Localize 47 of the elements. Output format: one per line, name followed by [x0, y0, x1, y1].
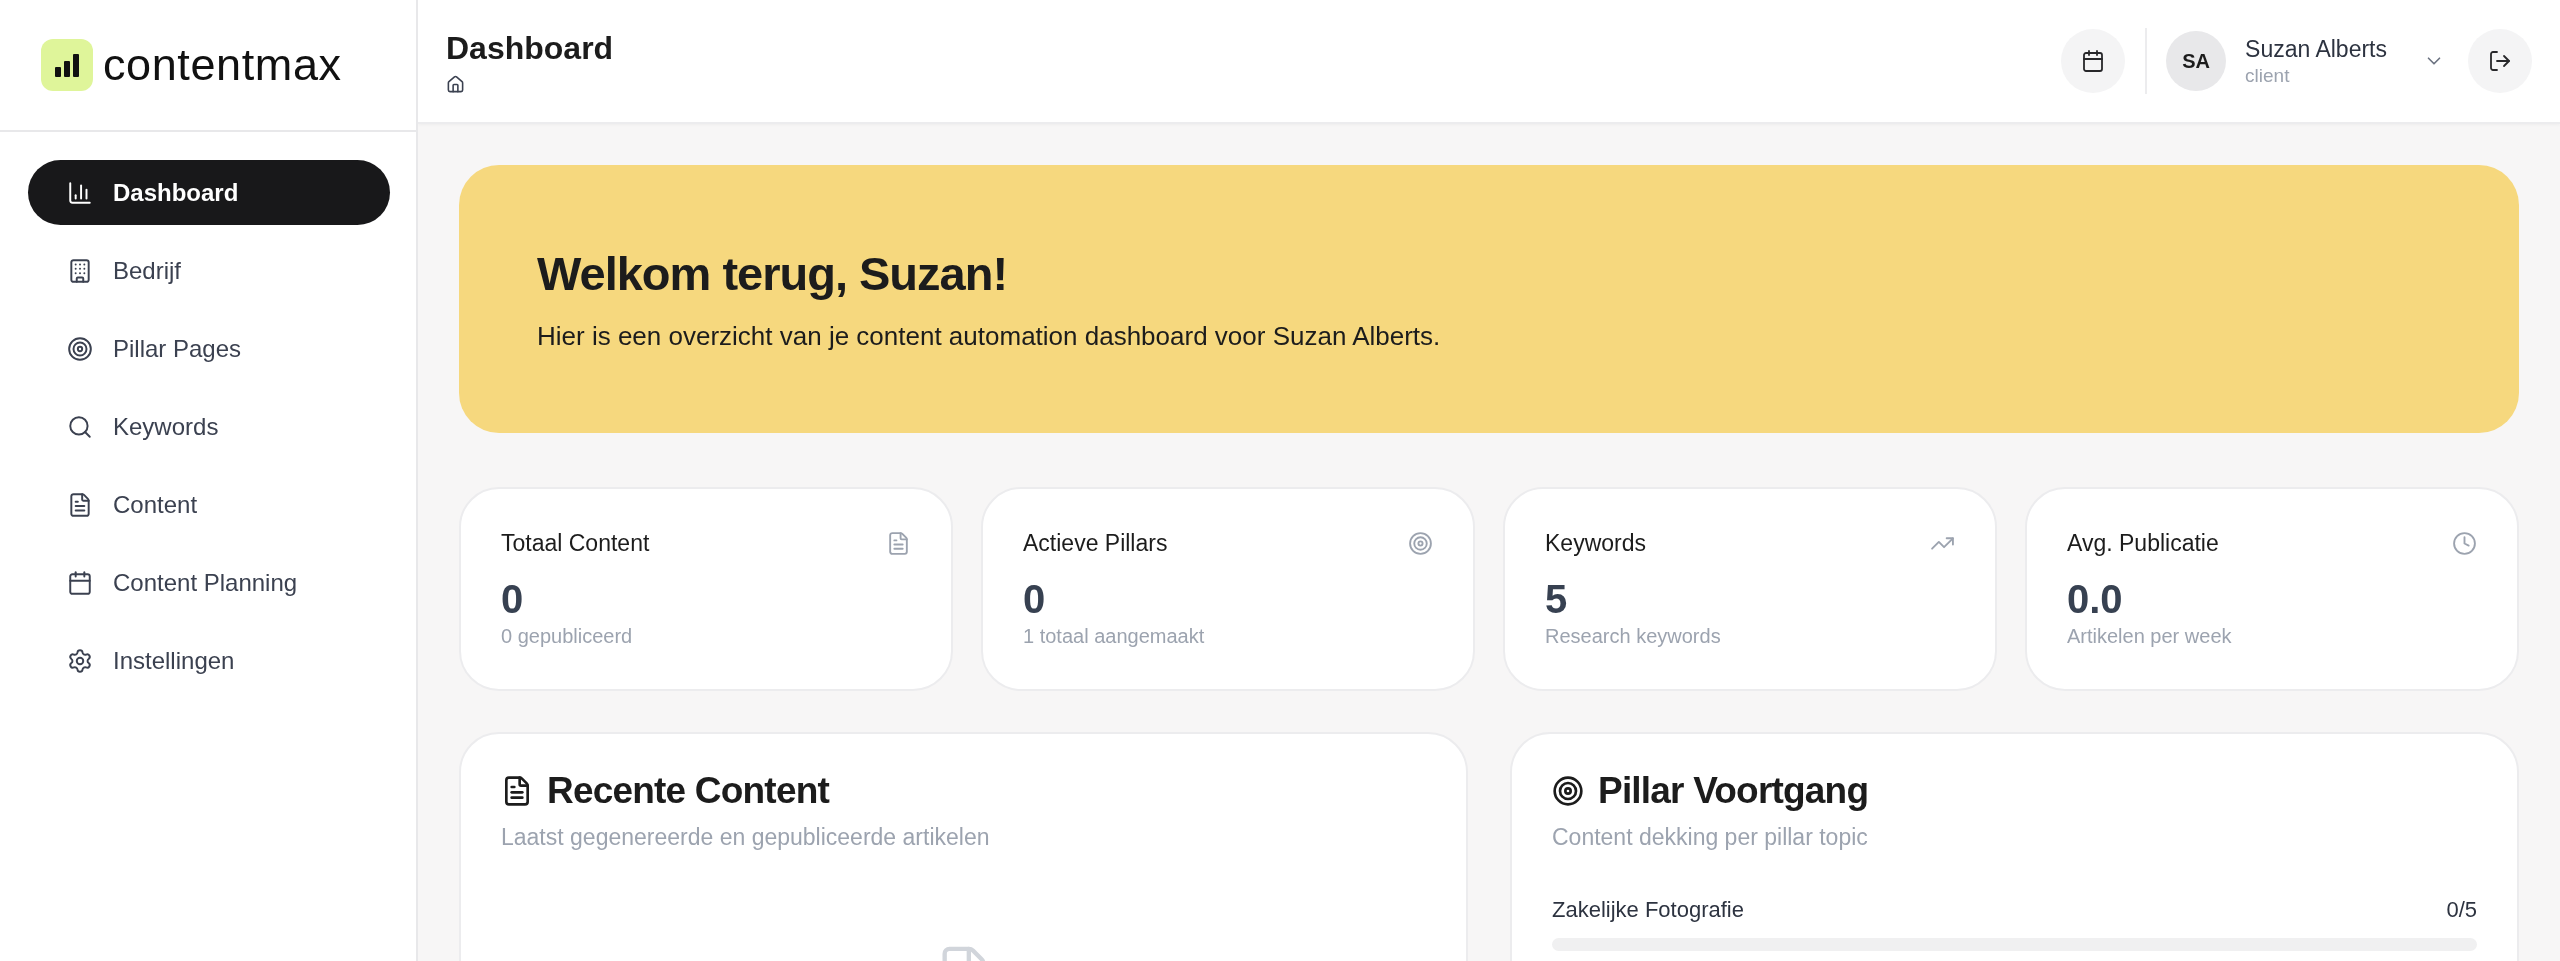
page-title: Dashboard: [446, 28, 614, 67]
card-title: Pillar Voortgang: [1598, 770, 1869, 812]
stat-title: Avg. Publicatie: [2067, 529, 2219, 557]
welcome-text: Hier is een overzicht van je content automation dashboard voor Suzan Alberts.: [537, 321, 1442, 352]
card-subtitle: Laatst gegenereerde en gepubliceerde artikelen: [501, 823, 991, 852]
search-icon: [67, 413, 93, 440]
logout-icon: [2488, 49, 2512, 73]
nav-item[interactable]: Pillar Pages: [28, 316, 390, 381]
stat-value: 0.0: [2067, 576, 2124, 622]
stat-title: Totaal Content: [501, 529, 650, 557]
document-icon: [886, 530, 911, 556]
stat-note: 0 gepubliceerd: [501, 624, 634, 649]
settings-icon: [67, 647, 93, 674]
clock-icon: [2452, 530, 2477, 556]
user-avatar: SA: [2166, 31, 2227, 91]
chart-icon: [67, 179, 93, 206]
calendar-icon: [67, 569, 93, 596]
stat-note: 1 totaal aangemaakt: [1023, 624, 1206, 649]
nav-item[interactable]: Instellingen: [28, 628, 390, 693]
brand-name: contentmax: [103, 39, 342, 91]
user-name: Suzan Alberts: [2245, 35, 2387, 63]
nav-item[interactable]: Content: [28, 472, 390, 537]
card-title: Recente Content: [547, 770, 829, 812]
nav-item[interactable]: Bedrijf: [28, 238, 390, 303]
calendar-icon: [2081, 49, 2106, 73]
user-role: client: [2245, 64, 2291, 87]
nav-item[interactable]: Dashboard: [28, 160, 390, 225]
stat-note: Research keywords: [1545, 624, 1722, 649]
nav-item[interactable]: Keywords: [28, 394, 390, 459]
stat-value: 0: [1023, 576, 1047, 622]
target-icon: [1552, 775, 1584, 807]
building-icon: [67, 257, 93, 284]
target-icon: [67, 335, 93, 362]
logo-icon: [41, 39, 93, 91]
pillar-name: Zakelijke Fotografie: [1552, 897, 1744, 923]
target-icon: [1408, 530, 1433, 556]
stat-value: 0: [501, 576, 525, 622]
stat-title: Keywords: [1545, 529, 1646, 557]
welcome-title: Welkom terug, Suzan!: [537, 246, 1009, 301]
nav-item[interactable]: Content Planning: [28, 550, 390, 615]
card-subtitle: Content dekking per pillar topic: [1552, 823, 1869, 852]
document-icon: [67, 491, 93, 518]
stat-title: Actieve Pillars: [1023, 529, 1168, 557]
stat-value: 5: [1545, 576, 1569, 622]
home-icon[interactable]: [446, 74, 465, 94]
pillar-count: 0/5: [2446, 897, 2477, 923]
stat-note: Artikelen per week: [2067, 624, 2233, 649]
